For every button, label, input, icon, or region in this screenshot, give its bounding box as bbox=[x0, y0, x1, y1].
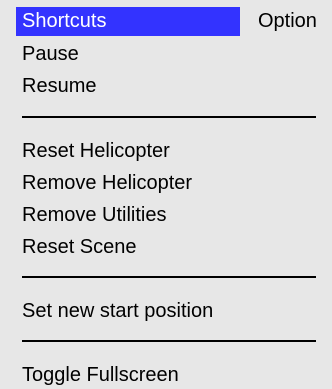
menu-item-remove-utilities[interactable]: Remove Utilities bbox=[22, 201, 166, 229]
menu-bar: Shortcuts Option bbox=[0, 0, 332, 36]
menu-separator bbox=[22, 340, 316, 342]
app-window: Shortcuts Option Pause Resume Reset Heli… bbox=[0, 0, 332, 389]
menu-item-remove-helicopter[interactable]: Remove Helicopter bbox=[22, 169, 192, 197]
menu-item-pause[interactable]: Pause bbox=[22, 40, 79, 68]
menu-separator bbox=[22, 276, 316, 278]
menu-item-toggle-fullscreen[interactable]: Toggle Fullscreen bbox=[22, 361, 179, 389]
tab-options[interactable]: Option bbox=[258, 7, 332, 36]
menu-item-set-start-position[interactable]: Set new start position bbox=[22, 297, 213, 325]
menu-separator bbox=[22, 116, 316, 118]
menu-item-resume[interactable]: Resume bbox=[22, 72, 96, 100]
menu-item-reset-helicopter[interactable]: Reset Helicopter bbox=[22, 137, 170, 165]
menu-item-reset-scene[interactable]: Reset Scene bbox=[22, 233, 137, 261]
tab-shortcuts[interactable]: Shortcuts bbox=[16, 7, 240, 36]
